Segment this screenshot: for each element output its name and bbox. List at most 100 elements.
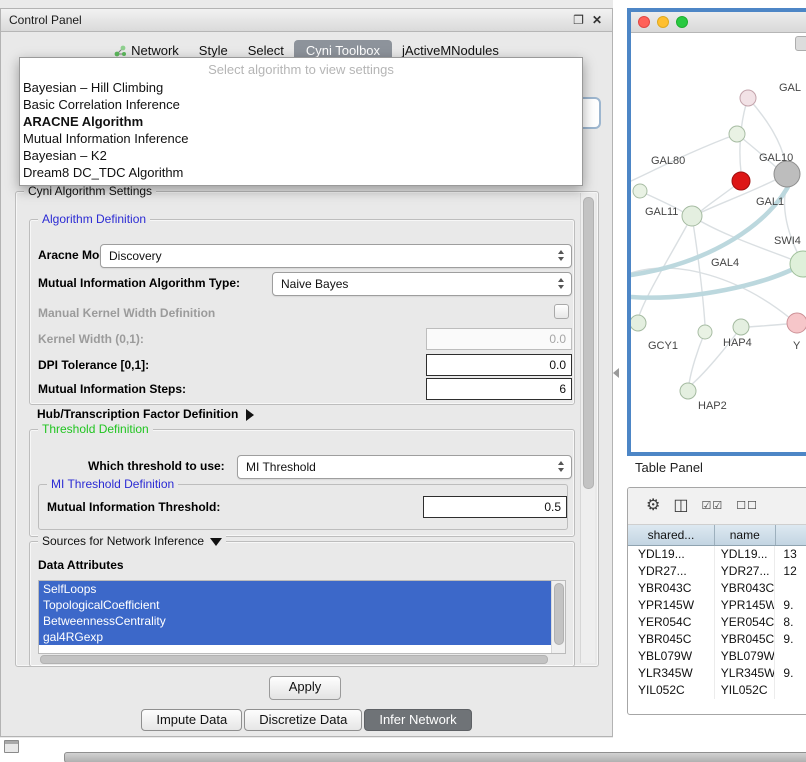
zoom-traffic-light[interactable] (676, 16, 688, 28)
dpi-tolerance-field[interactable]: 0.0 (426, 354, 572, 376)
bottom-collapsed-bar[interactable] (64, 752, 806, 762)
network-node[interactable] (729, 126, 745, 142)
manual-kernel-checkbox[interactable] (554, 304, 569, 319)
which-threshold-select[interactable]: MI Threshold (237, 455, 572, 479)
select-all-checkboxes-icon[interactable]: ☑☑ (701, 498, 723, 514)
gear-icon[interactable]: ⚙ (646, 498, 660, 514)
group-title: Algorithm Definition (38, 213, 150, 226)
split-pane-handle[interactable] (613, 368, 619, 378)
table-row[interactable]: YER054CYER054C8. (628, 614, 806, 631)
sources-title: Sources for Network Inference (42, 534, 204, 548)
group-title: Threshold Definition (38, 423, 153, 436)
network-node[interactable] (698, 325, 712, 339)
network-node[interactable] (733, 319, 749, 335)
apply-button[interactable]: Apply (269, 676, 341, 700)
dpi-tolerance-label: DPI Tolerance [0,1]: (38, 358, 149, 372)
tab-impute-data[interactable]: Impute Data (141, 709, 242, 731)
window-buttons: ❐ ✕ (573, 9, 602, 31)
table-row[interactable]: YBR043CYBR043C (628, 580, 806, 597)
deselect-all-checkboxes-icon[interactable]: ☐☐ (736, 498, 758, 514)
list-scrollbar[interactable] (551, 581, 565, 653)
table-row[interactable]: YPR145WYPR145W9. (628, 597, 806, 614)
expand-right-icon[interactable] (246, 409, 254, 421)
list-item[interactable]: SelfLoops (39, 581, 551, 597)
table-cell: YBR045C (715, 631, 776, 648)
menu-item-dream8[interactable]: Dream8 DC_TDC Algorithm (20, 164, 582, 181)
table-columns-icon[interactable]: ◫ (673, 498, 688, 514)
canvas-scrollbar-nub[interactable] (795, 36, 806, 51)
tab-label: Cyni Toolbox (306, 43, 380, 58)
table-row[interactable]: YDR27...YDR27...12 (628, 563, 806, 580)
combo-arrows-icon (557, 250, 565, 261)
table-row[interactable]: YLR345WYLR345W9. (628, 665, 806, 682)
table-row[interactable]: YBR045CYBR045C9. (628, 631, 806, 648)
network-node-label: GAL (779, 82, 801, 94)
sources-toggle[interactable]: Sources for Network Inference (38, 535, 226, 548)
collapsed-panel-icon[interactable] (4, 740, 19, 753)
hub-definition-label: Hub/Transcription Factor Definition (37, 407, 238, 421)
table-cell: YBR045C (628, 631, 715, 648)
network-node-label: Y (793, 340, 801, 352)
tab-label: Network (131, 43, 179, 58)
dropdown-placeholder: Select algorithm to view settings (20, 60, 582, 79)
table-cell: 9. (775, 631, 806, 648)
table-row[interactable]: YBL079WYBL079W (628, 648, 806, 665)
tab-infer-network[interactable]: Infer Network (364, 709, 471, 731)
list-item[interactable]: TopologicalCoefficient (39, 597, 551, 613)
list-item[interactable]: gal4RGexp (39, 629, 551, 645)
list-item[interactable]: BetweennessCentrality (39, 613, 551, 629)
network-node[interactable] (631, 315, 646, 331)
collapse-down-icon[interactable] (210, 538, 222, 546)
table-cell: YBL079W (715, 648, 776, 665)
network-canvas[interactable]: GALGAL80GAL10GAL11GAL1SWI4GAL4GCY1HAP4HA… (631, 33, 806, 452)
network-node[interactable] (787, 313, 806, 333)
tab-discretize-data[interactable]: Discretize Data (244, 709, 362, 731)
scrollbar-thumb[interactable] (583, 197, 594, 489)
table-row[interactable]: YIL052CYIL052C (628, 682, 806, 699)
table-cell: YPR145W (715, 597, 776, 614)
network-node-label: GCY1 (648, 340, 678, 352)
aracne-mode-select[interactable]: Discovery (100, 244, 572, 268)
column-header-partial[interactable] (776, 525, 806, 545)
kernel-width-field[interactable]: 0.0 (426, 328, 572, 350)
table-cell: YBR043C (628, 580, 715, 597)
network-node-label: GAL80 (651, 155, 685, 167)
settings-scrollbar[interactable] (580, 193, 595, 663)
column-header-name[interactable]: name (715, 525, 776, 545)
menu-item-basic-correlation[interactable]: Basic Correlation Inference (20, 96, 582, 113)
table-body: YDL19...YDL19...13YDR27...YDR27...12YBR0… (628, 546, 806, 699)
float-window-icon[interactable]: ❐ (573, 13, 584, 27)
minimize-traffic-light[interactable] (657, 16, 669, 28)
network-node[interactable] (774, 161, 800, 187)
menu-item-bayesian-k2[interactable]: Bayesian – K2 (20, 147, 582, 164)
menu-item-bayesian-hill-climbing[interactable]: Bayesian – Hill Climbing (20, 79, 582, 96)
table-panel-window: ⚙ ◫ ☑☑ ☐☐ shared... name YDL19...YDL19..… (627, 487, 806, 715)
network-node[interactable] (790, 251, 806, 277)
table-cell (775, 648, 806, 665)
scrollbar-thumb[interactable] (554, 583, 564, 645)
mi-threshold-field[interactable]: 0.5 (423, 496, 567, 518)
kernel-width-label: Kernel Width (0,1): (38, 332, 144, 346)
close-icon[interactable]: ✕ (592, 13, 602, 27)
selected-value: MI Threshold (238, 456, 571, 478)
menu-item-mutual-information[interactable]: Mutual Information Inference (20, 130, 582, 147)
column-header-shared-name[interactable]: shared... (628, 525, 715, 545)
table-cell: 9. (775, 597, 806, 614)
mi-steps-field[interactable]: 6 (426, 378, 572, 400)
combo-arrows-icon (557, 278, 565, 289)
close-traffic-light[interactable] (638, 16, 650, 28)
menu-item-aracne[interactable]: ARACNE Algorithm (20, 113, 582, 130)
network-node[interactable] (682, 206, 702, 226)
network-view-window: GALGAL80GAL10GAL11GAL1SWI4GAL4GCY1HAP4HA… (627, 8, 806, 456)
network-node[interactable] (740, 90, 756, 106)
hub-definition-toggle[interactable]: Hub/Transcription Factor Definition (37, 407, 254, 421)
mi-algorithm-type-select[interactable]: Naive Bayes (272, 272, 572, 296)
horizontal-scrollbar[interactable] (40, 655, 548, 664)
network-node[interactable] (680, 383, 696, 399)
table-row[interactable]: YDL19...YDL19...13 (628, 546, 806, 563)
table-cell: YDR27... (715, 563, 776, 580)
network-node[interactable] (633, 184, 647, 198)
network-node[interactable] (732, 172, 750, 190)
table-toolbar: ⚙ ◫ ☑☑ ☐☐ (628, 488, 806, 525)
tab-label: Style (199, 43, 228, 58)
